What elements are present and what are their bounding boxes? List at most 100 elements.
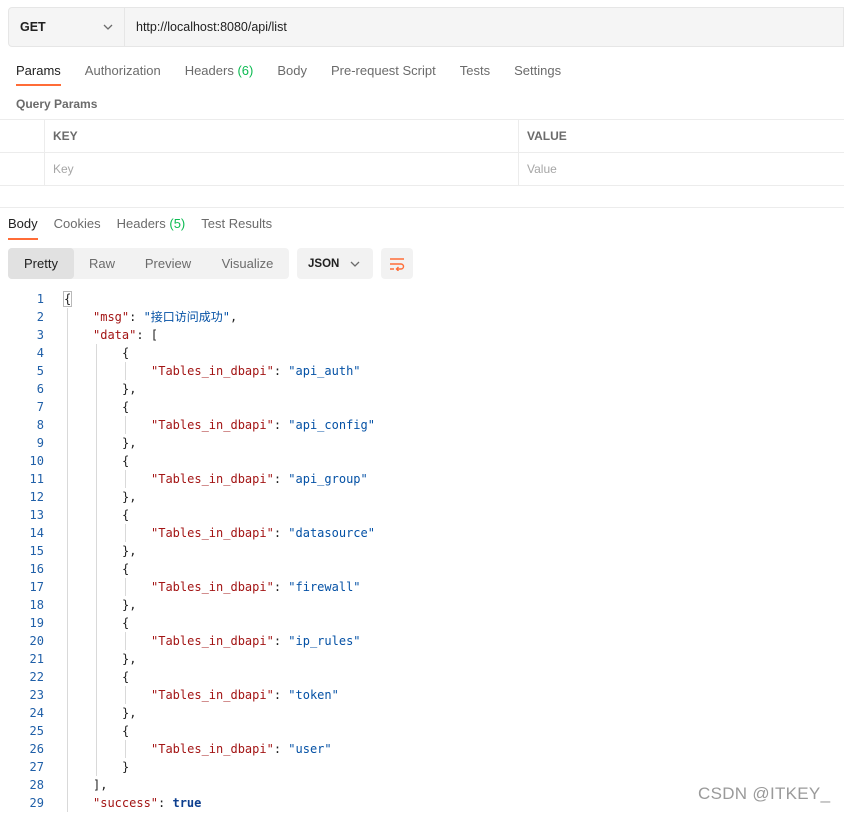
line-number: 15 [29, 544, 44, 558]
code-line: 13 { [0, 506, 844, 524]
code-text: }, [122, 706, 137, 720]
format-select[interactable]: JSON [297, 248, 373, 279]
line-number: 1 [36, 292, 44, 306]
line-number: 11 [29, 472, 44, 486]
line-number: 6 [36, 382, 44, 396]
key-input[interactable]: Key [45, 153, 519, 185]
tab-label: Cookies [53, 216, 101, 231]
tab-label: Body [277, 63, 307, 78]
line-number: 24 [29, 706, 44, 720]
code-text: }, [122, 544, 137, 558]
indent-guide [125, 362, 126, 380]
indent-guide [125, 470, 126, 488]
code-line: 22 { [0, 668, 844, 686]
tab-settings[interactable]: Settings [514, 58, 561, 86]
pane-divider[interactable] [0, 207, 844, 208]
pretty-button[interactable]: Pretty [8, 248, 74, 279]
indent-guide [125, 740, 126, 758]
request-tabs: Params Authorization Headers (6) Body Pr… [0, 58, 569, 88]
preview-button[interactable]: Preview [130, 248, 206, 279]
code-text: { [122, 346, 130, 360]
raw-button[interactable]: Raw [74, 248, 130, 279]
line-number: 20 [29, 634, 44, 648]
row-checkbox-cell [0, 153, 45, 185]
wrap-lines-button[interactable] [381, 248, 413, 279]
indent-guide [125, 416, 126, 434]
visualize-button[interactable]: Visualize [206, 248, 289, 279]
line-number: 26 [29, 742, 44, 756]
line-number: 27 [29, 760, 44, 774]
response-body-editor[interactable]: 1{2 "msg": "接口访问成功", 3 "data": [4{5 "Tables_… [0, 290, 844, 813]
code-text: { [122, 724, 130, 738]
tab-label: Params [16, 63, 61, 78]
value-input[interactable]: Value [519, 153, 844, 185]
tab-response-headers[interactable]: Headers (5) [117, 212, 186, 240]
tab-count: (6) [237, 63, 254, 78]
tab-test-results[interactable]: Test Results [201, 212, 272, 240]
code-line: 27} [0, 758, 844, 776]
code-line: 21}, [0, 650, 844, 668]
code-line: 1{ [0, 290, 844, 308]
tab-cookies[interactable]: Cookies [54, 212, 101, 240]
view-mode-group: Pretty Raw Preview Visualize [8, 248, 289, 279]
tab-response-body[interactable]: Body [8, 212, 38, 240]
code-text: "Tables_in_dbapi": "datasource" [151, 526, 375, 540]
code-text: "success": true [93, 796, 202, 810]
code-line: 4{ [0, 344, 844, 362]
code-text: }, [122, 382, 137, 396]
code-text: "Tables_in_dbapi": "ip_rules" [151, 634, 361, 648]
code-line: 9}, [0, 434, 844, 452]
indent-guide [67, 308, 68, 812]
line-number: 13 [29, 508, 44, 522]
code-line: 2 "msg": "接口访问成功", [0, 308, 844, 326]
tab-label: Authorization [84, 63, 161, 78]
line-number: 23 [29, 688, 44, 702]
tab-authorization[interactable]: Authorization [85, 58, 161, 86]
line-number: 3 [36, 328, 44, 342]
code-line: 10 { [0, 452, 844, 470]
chevron-down-icon [350, 261, 360, 267]
indent-guide [96, 344, 97, 776]
tab-params[interactable]: Params [16, 58, 61, 86]
line-number: 10 [29, 454, 44, 468]
line-number: 16 [29, 562, 44, 576]
tab-count: (5) [169, 216, 186, 231]
code-text: { [122, 616, 130, 630]
tab-tests[interactable]: Tests [460, 58, 490, 86]
code-line: 23 "Tables_in_dbapi": "token" [0, 686, 844, 704]
chevron-down-icon [103, 24, 113, 30]
code-text: }, [122, 490, 137, 504]
key-header: KEY [45, 120, 519, 152]
code-line: 18}, [0, 596, 844, 614]
tab-label: Headers [116, 216, 166, 231]
query-params-title: Query Params [16, 97, 98, 111]
request-bar: GET http://localhost:8080/api/list [8, 7, 844, 47]
code-line: 8 "Tables_in_dbapi": "api_config" [0, 416, 844, 434]
code-text: { [122, 670, 130, 684]
code-text: }, [122, 652, 137, 666]
line-number: 28 [29, 778, 44, 792]
code-line: 16 { [0, 560, 844, 578]
method-select[interactable]: GET [9, 8, 125, 46]
line-number: 4 [36, 346, 44, 360]
wrap-lines-icon [390, 257, 405, 271]
code-text: "Tables_in_dbapi": "api_group" [151, 472, 368, 486]
code-line: 11 "Tables_in_dbapi": "api_group" [0, 470, 844, 488]
method-label: GET [20, 20, 46, 34]
code-line: 3 "data": [ [0, 326, 844, 344]
line-number: 18 [29, 598, 44, 612]
value-header: VALUE [527, 129, 567, 143]
tab-pre-request-script[interactable]: Pre-request Script [331, 58, 436, 86]
tab-headers[interactable]: Headers (6) [185, 58, 254, 86]
code-text: { [122, 400, 130, 414]
watermark: CSDN @ITKEY_ [698, 784, 831, 803]
line-number: 29 [29, 796, 44, 810]
params-table: KEY VALUE Key Value [0, 119, 844, 186]
line-number: 5 [36, 364, 44, 378]
url-input[interactable]: http://localhost:8080/api/list [125, 8, 843, 46]
line-number: 22 [29, 670, 44, 684]
code-text: "Tables_in_dbapi": "token" [151, 688, 339, 702]
params-empty-row: Key Value [0, 153, 844, 186]
tab-body[interactable]: Body [277, 58, 307, 86]
params-header-row: KEY VALUE [0, 120, 844, 153]
